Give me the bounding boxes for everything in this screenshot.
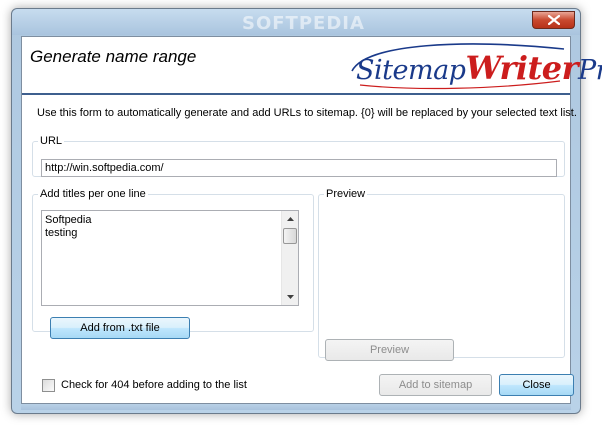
dialog-window: SOFTPEDIA Generate name range SitemapWri… [11,8,602,414]
chevron-up-icon [286,217,294,221]
window-bottom-frame [21,404,571,410]
titles-textarea[interactable]: Softpedia testing [41,210,299,306]
preview-group: Preview Preview [318,188,565,361]
logo-wordmark: SitemapWriterPro [356,49,602,87]
chevron-down-icon [286,295,294,299]
dialog-header: Generate name range SitemapWriterPro [22,37,602,95]
title-line: testing [45,227,78,239]
titles-group-legend: Add titles per one line [40,188,146,200]
preview-group-legend: Preview [326,188,366,200]
titles-group: Add titles per one line Softpedia testin… [32,188,314,339]
logo-writer-text: Writer [465,49,578,87]
close-button[interactable]: Close [499,374,574,396]
titles-scrollbar[interactable] [281,211,298,305]
preview-button[interactable]: Preview [325,339,454,361]
window-close-button[interactable] [532,11,575,29]
close-x-icon [547,15,560,25]
url-input[interactable] [41,159,557,177]
logo-pro-text: Pro [577,55,602,86]
titles-lines: Softpedia testing [45,214,91,240]
add-from-txt-button[interactable]: Add from .txt file [50,317,190,339]
scroll-down-button[interactable] [282,289,298,305]
add-to-sitemap-button[interactable]: Add to sitemap [379,374,492,396]
url-group-legend: URL [40,135,63,147]
softpedia-watermark: SOFTPEDIA [242,13,365,34]
title-bar[interactable]: SOFTPEDIA [12,9,580,35]
dialog-client-area: Generate name range SitemapWriterPro Use… [21,36,602,404]
page-title: Generate name range [30,47,197,66]
scroll-thumb[interactable] [283,228,297,244]
form-description: Use this form to automatically generate … [37,107,577,119]
url-group: URL [32,135,565,177]
title-line: Softpedia [45,214,92,226]
check-404-checkbox[interactable] [42,379,55,392]
scroll-up-button[interactable] [282,211,298,227]
sitemap-writer-pro-logo: SitemapWriterPro [346,41,602,91]
check-404-label: Check for 404 before adding to the list [61,379,247,391]
logo-sitemap-text: Sitemap [356,55,466,86]
